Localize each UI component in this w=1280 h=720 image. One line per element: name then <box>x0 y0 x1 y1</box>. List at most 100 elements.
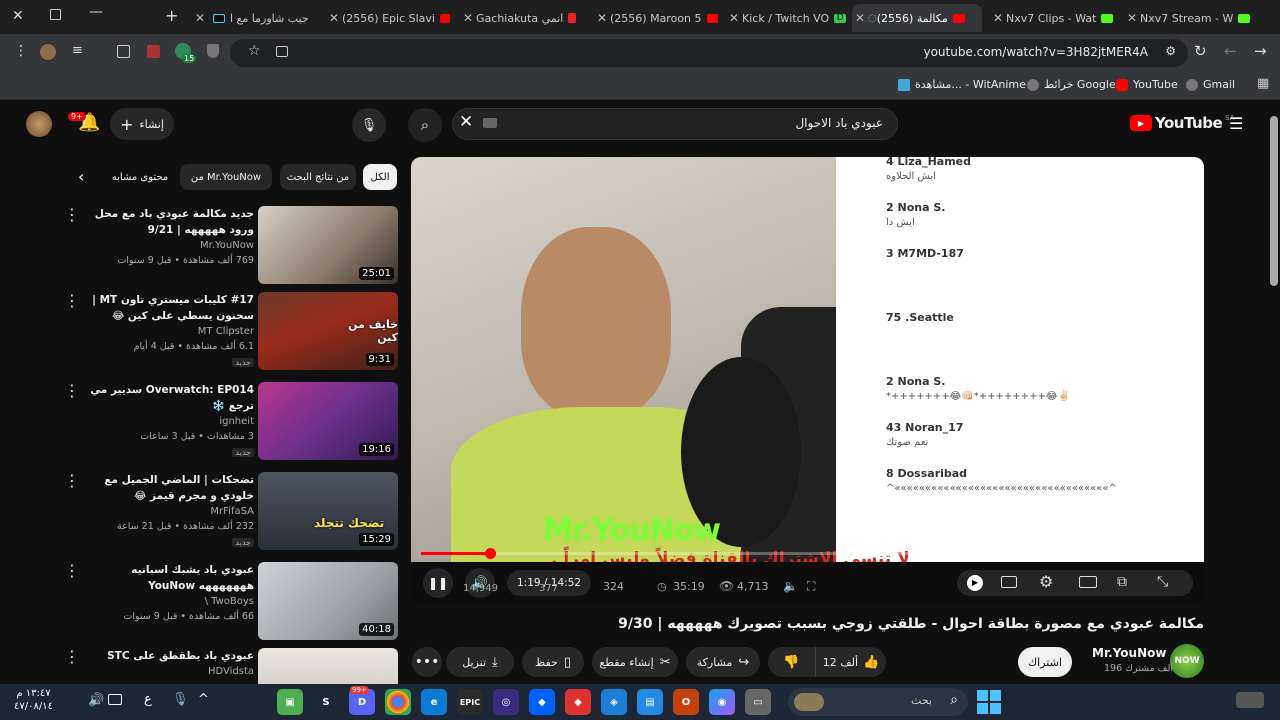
epic-games-icon[interactable]: EPIC <box>457 689 483 715</box>
taskbar-search[interactable]: بحث ⌕ <box>788 688 968 716</box>
close-tab-icon[interactable]: ✕ <box>1124 11 1140 25</box>
address-bar[interactable]: ☆ youtube.com/watch?v=3H82jtMER4A ⚙ <box>230 39 1188 67</box>
window-close-icon[interactable]: ✕ <box>12 8 24 24</box>
list-item[interactable]: خايف من كين 9:31 #17 كليبات ميستري تاون … <box>60 292 400 376</box>
tab-epic-slavi[interactable]: ✕ (2556) Epic Slavi <box>326 4 450 32</box>
channel-name[interactable]: HDVidsta <box>208 666 254 677</box>
bookmark-witanime[interactable]: مشاهدة... - WitAnime <box>898 78 1026 91</box>
video-thumbnail[interactable]: تضحك تتجلد 15:29 <box>258 472 398 550</box>
close-tab-icon[interactable]: ✕ <box>726 11 742 25</box>
tray-overflow-icon[interactable]: ^ <box>198 692 209 707</box>
settings-gear-icon[interactable]: ⚙ <box>1039 572 1053 591</box>
windows-start-icon[interactable] <box>976 689 1002 715</box>
dropbox-icon[interactable]: ◆ <box>529 689 555 715</box>
tab-shawarma[interactable]: ✕ جيب شاورما مع ا <box>192 4 316 32</box>
copilot-icon[interactable]: ◉ <box>709 689 735 715</box>
like-button[interactable]: 12 ألف 👍 <box>816 647 886 677</box>
tab-nxv7-clips[interactable]: ✕ Nxv7 Clips - Wat <box>990 4 1116 32</box>
cast-icon[interactable]: ⧉ <box>1117 574 1127 590</box>
channel-name[interactable]: MrFifaSA <box>210 506 254 517</box>
microphone-tray-icon[interactable]: 🎙 <box>172 692 189 707</box>
subtitles-icon[interactable] <box>1001 576 1017 588</box>
list-item[interactable]: عبودي باد يطقطق على STC HDVidsta ⋮ <box>60 648 400 684</box>
tab-gachiakuta[interactable]: ✕ Gachiakuta انمي <box>460 4 584 32</box>
video-title[interactable]: جديد مكالمة عبودي باد مع محل ورود هههههه… <box>86 206 254 238</box>
channel-name[interactable]: TwoBoys \ <box>205 596 254 607</box>
save-button[interactable]: حفظ ▯ <box>522 647 584 677</box>
browser-menu-icon[interactable]: ⋮ <box>14 43 28 59</box>
extension-icon[interactable] <box>147 45 160 58</box>
more-options-icon[interactable]: ⋮ <box>64 648 80 668</box>
reload-icon[interactable]: ↻ <box>1194 42 1207 60</box>
weather-icon[interactable] <box>1236 692 1264 708</box>
video-title[interactable]: عبودي باد يشبك اسبانيه هههههههه YouNow A… <box>86 562 254 596</box>
list-item[interactable]: 40:18 عبودي باد يشبك اسبانيه هههههههه Yo… <box>60 562 400 646</box>
list-item[interactable]: 19:16 Overwatch: EP014 سديير مي ترجع ❄️ … <box>60 382 400 466</box>
search-button[interactable]: ⌕ <box>408 108 442 142</box>
video-title[interactable]: Overwatch: EP014 سديير مي ترجع ❄️ <box>86 382 254 414</box>
keyboard-icon[interactable] <box>483 118 497 128</box>
search-query[interactable]: عبودي باد الاحوال <box>795 116 883 130</box>
dislike-button[interactable]: 👎 <box>768 647 816 677</box>
scrollbar-thumb[interactable] <box>1270 116 1278 286</box>
video-title[interactable]: تضحكات | الماضي الجميل مع خلودي و مجرم ق… <box>86 472 254 504</box>
tab-maroon5[interactable]: ✕ (2556) Maroon 5 <box>594 4 718 32</box>
bookmark-youtube[interactable]: YouTube <box>1116 78 1178 91</box>
more-options-icon[interactable]: ⋮ <box>64 206 80 226</box>
app-icon[interactable]: ▣ <box>277 689 303 715</box>
voice-search-button[interactable]: 🎙 <box>352 108 386 142</box>
seek-bar[interactable] <box>421 548 1194 559</box>
extensions-icon[interactable] <box>117 45 130 58</box>
channel-name[interactable]: MT Clipster <box>198 326 254 337</box>
video-thumbnail[interactable]: 19:16 <box>258 382 398 460</box>
autoplay-toggle-icon[interactable]: ▶ <box>967 575 983 591</box>
tab-current-video[interactable]: ✕ ◌ (2556) مكالمة <box>852 4 982 32</box>
subscribe-button[interactable]: اشتراك <box>1018 647 1072 677</box>
create-button[interactable]: + إنشاء <box>110 108 174 140</box>
chip-from-search[interactable]: من نتائج البحث <box>280 164 356 190</box>
close-tab-icon[interactable]: ✕ <box>460 11 476 25</box>
system-clock[interactable]: ١٣:٤٧ م ٤٧/٠٨/١٤ <box>14 687 53 713</box>
list-item[interactable]: 25:01 جديد مكالمة عبودي باد مع محل ورود … <box>60 206 400 290</box>
tab-kick-twitch[interactable]: ✕ Kick / Twitch VO D <box>726 4 852 32</box>
video-title[interactable]: #17 كليبات ميستري تاون MT | سحنون يسطي ع… <box>86 292 254 324</box>
pause-button[interactable]: ❚❚ <box>423 568 453 598</box>
chip-from-channel[interactable]: من Mr.YouNow <box>180 164 272 190</box>
profile-avatar[interactable] <box>40 44 56 60</box>
hamburger-menu-icon[interactable]: ☰ <box>1229 114 1243 133</box>
video-thumbnail[interactable]: خايف من كين 9:31 <box>258 292 398 370</box>
chevron-left-icon[interactable]: ‹ <box>78 167 84 186</box>
forward-icon[interactable]: ← <box>1224 42 1237 60</box>
new-tab-button[interactable]: + <box>165 6 178 25</box>
bookmark-google-maps[interactable]: خرائط Google <box>1027 78 1116 91</box>
fullscreen-icon[interactable]: ⤡ <box>1157 574 1168 590</box>
url-text[interactable]: youtube.com/watch?v=3H82jtMER4A <box>923 45 1148 59</box>
miniplayer-icon[interactable] <box>1079 576 1097 588</box>
clear-search-icon[interactable]: ✕ <box>459 112 473 132</box>
close-tab-icon[interactable]: ✕ <box>852 11 868 25</box>
seek-handle[interactable] <box>484 548 496 559</box>
video-thumbnail[interactable]: 40:18 <box>258 562 398 640</box>
speaker-icon[interactable]: 🔊 <box>88 693 104 708</box>
video-player[interactable]: 4 Liza_Hamed ايش الحلاوه 2 Nona S. ايش دا … <box>411 157 1204 603</box>
page-scrollbar[interactable] <box>1268 100 1280 684</box>
office-icon[interactable]: O <box>673 689 699 715</box>
close-tab-icon[interactable]: ✕ <box>326 11 342 25</box>
more-options-icon[interactable]: ⋮ <box>64 472 80 492</box>
chrome-icon[interactable] <box>385 689 411 715</box>
store-icon[interactable]: ▤ <box>637 689 663 715</box>
shield-icon[interactable] <box>207 44 219 58</box>
search-input[interactable]: ✕ عبودي باد الاحوال <box>452 108 898 140</box>
app-icon[interactable]: ◈ <box>601 689 627 715</box>
window-restore-icon[interactable] <box>50 9 61 20</box>
more-options-icon[interactable]: ⋮ <box>64 382 80 402</box>
window-minimize-icon[interactable]: — <box>89 4 103 20</box>
apps-grid-icon[interactable]: ▦ <box>1257 76 1269 91</box>
video-title[interactable]: عبودي باد يطقطق على STC <box>86 648 254 664</box>
bookmark-star-icon[interactable]: ☆ <box>248 43 261 59</box>
channel-name[interactable]: Mr.YouNow <box>200 240 254 251</box>
close-tab-icon[interactable]: ✕ <box>594 11 610 25</box>
edge-icon[interactable]: e <box>421 689 447 715</box>
playlist-icon[interactable]: ≡ <box>72 43 83 58</box>
back-icon[interactable]: → <box>1254 42 1267 60</box>
